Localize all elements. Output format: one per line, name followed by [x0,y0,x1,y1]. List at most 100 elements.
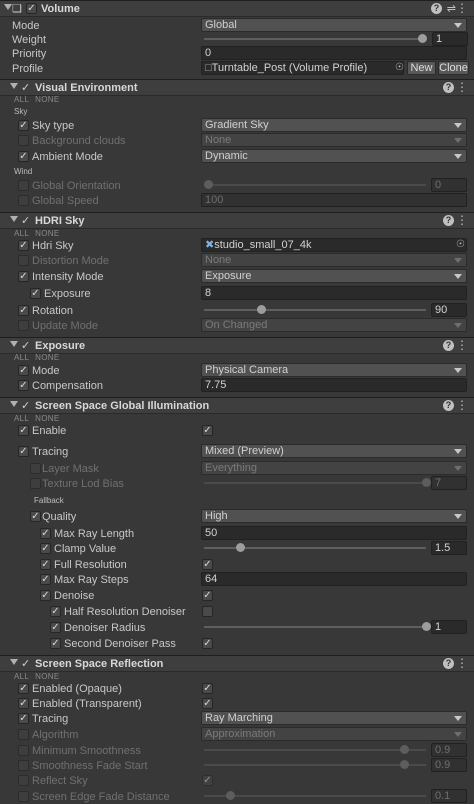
global-speed-override[interactable] [18,195,29,206]
ssr-checkbox[interactable]: ✓ [21,657,30,670]
tex-lod-override[interactable] [30,478,41,489]
opaque-checkbox[interactable] [202,683,213,694]
preset-icon[interactable]: ⇌ [447,2,456,15]
transparent-override[interactable] [18,698,29,709]
weight-field[interactable]: 1 [432,32,468,46]
sky-type-dropdown[interactable]: Gradient Sky [201,118,467,132]
second-pass-checkbox[interactable] [202,638,213,649]
menu-icon[interactable]: ⋮ [456,213,468,227]
update-override[interactable] [18,320,29,331]
exposure-header[interactable]: ✓ Exposure ? ⋮ [0,337,474,354]
exposure-override[interactable] [30,288,41,299]
max-ray-len-field[interactable]: 50 [201,526,467,540]
ssgi-header[interactable]: ✓ Screen Space Global Illumination ? ⋮ [0,397,474,414]
edge-fade-field[interactable]: 0.1 [431,789,467,803]
bg-clouds-dropdown[interactable]: None [201,133,467,147]
all-none-toggle[interactable]: ALL NONE [14,672,65,681]
sky-type-override[interactable] [18,120,29,131]
menu-icon[interactable]: ⋮ [456,656,468,670]
transparent-checkbox[interactable] [202,698,213,709]
all-none-toggle[interactable]: ALL NONE [14,95,65,104]
ambient-dropdown[interactable]: Dynamic [201,149,467,163]
min-smooth-override[interactable] [18,745,29,756]
layer-mask-dropdown[interactable]: Everything [201,461,467,475]
help-icon[interactable]: ? [443,658,454,669]
menu-icon[interactable]: ⋮ [456,398,468,412]
menu-icon[interactable]: ⋮ [456,80,468,94]
ssgi-enable-override[interactable] [18,425,29,436]
bg-clouds-override[interactable] [18,135,29,146]
max-steps-override[interactable] [40,574,51,585]
exposure-checkbox[interactable]: ✓ [21,339,30,352]
help-icon[interactable]: ? [443,340,454,351]
ambient-override[interactable] [18,151,29,162]
denoise-checkbox[interactable] [202,590,213,601]
priority-field[interactable]: 0 [201,46,467,60]
help-icon[interactable]: ? [443,215,454,226]
fold-arrow-icon[interactable] [10,341,18,347]
max-steps-field[interactable]: 64 [201,572,467,586]
half-res-checkbox[interactable] [202,606,213,617]
all-none-toggle[interactable]: ALL NONE [14,353,65,362]
update-dropdown[interactable]: On Changed [201,318,467,332]
exp-mode-dropdown[interactable]: Physical Camera [201,363,467,377]
help-icon[interactable]: ? [431,3,442,14]
global-speed-field[interactable]: 100 [201,193,467,207]
reflect-sky-checkbox[interactable] [202,775,213,786]
all-none-toggle[interactable]: ALL NONE [14,229,65,238]
global-orient-override[interactable] [18,180,29,191]
rotation-field[interactable]: 90 [431,303,467,317]
new-button[interactable]: New [407,61,436,75]
ssr-tracing-override[interactable] [18,713,29,724]
half-res-override[interactable] [50,606,61,617]
hdri-header[interactable]: ✓ HDRI Sky ? ⋮ [0,212,474,229]
visual-env-checkbox[interactable]: ✓ [21,81,30,94]
quality-override[interactable] [30,511,41,522]
min-smooth-field[interactable]: 0.9 [431,743,467,757]
smooth-fade-field[interactable]: 0.9 [431,758,467,772]
distortion-dropdown[interactable]: None [201,253,467,267]
layer-mask-override[interactable] [30,463,41,474]
clamp-field[interactable]: 1.5 [431,541,467,555]
opaque-override[interactable] [18,683,29,694]
ssr-header[interactable]: ✓ Screen Space Reflection ? ⋮ [0,655,474,672]
comp-field[interactable]: 7.75 [201,378,467,392]
clamp-override[interactable] [40,543,51,554]
fold-arrow-icon[interactable] [10,401,18,407]
intensity-dropdown[interactable]: Exposure [201,269,467,283]
algorithm-override[interactable] [18,729,29,740]
rotation-override[interactable] [18,305,29,316]
exp-mode-override[interactable] [18,365,29,376]
object-picker-icon[interactable]: ☉ [395,62,404,73]
full-res-override[interactable] [40,559,51,570]
help-icon[interactable]: ? [443,400,454,411]
max-ray-len-override[interactable] [40,528,51,539]
distortion-override[interactable] [18,255,29,266]
fold-arrow-icon[interactable] [10,659,18,665]
profile-field[interactable]: □Turntable_Post (Volume Profile) [201,61,404,75]
algorithm-dropdown[interactable]: Approximation [201,727,467,741]
volume-enable-checkbox[interactable] [26,3,37,14]
hdri-checkbox[interactable]: ✓ [21,214,30,227]
volume-header[interactable]: ❏ Volume ? ⇌ ⋮ [0,0,474,17]
visual-env-header[interactable]: ✓ Visual Environment ? ⋮ [0,79,474,96]
menu-icon[interactable]: ⋮ [456,1,468,15]
object-picker-icon[interactable]: ☉ [456,239,465,250]
global-orient-field[interactable]: 0 [431,178,467,192]
quality-dropdown[interactable]: High [201,509,467,523]
fold-arrow-icon[interactable] [4,4,12,10]
tex-lod-field[interactable]: 7 [431,476,467,490]
radius-field[interactable]: 1 [431,620,467,634]
ssr-tracing-dropdown[interactable]: Ray Marching [201,711,467,725]
menu-icon[interactable]: ⋮ [456,338,468,352]
fold-arrow-icon[interactable] [10,83,18,89]
intensity-override[interactable] [18,271,29,282]
ssgi-tracing-dropdown[interactable]: Mixed (Preview) [201,444,467,458]
mode-dropdown[interactable]: Global [201,18,467,32]
exposure-field[interactable]: 8 [201,286,467,300]
radius-override[interactable] [50,622,61,633]
fold-arrow-icon[interactable] [10,216,18,222]
edge-fade-override[interactable] [18,791,29,802]
hdri-sky-field[interactable]: ✖studio_small_07_4k [201,238,467,252]
help-icon[interactable]: ? [443,82,454,93]
